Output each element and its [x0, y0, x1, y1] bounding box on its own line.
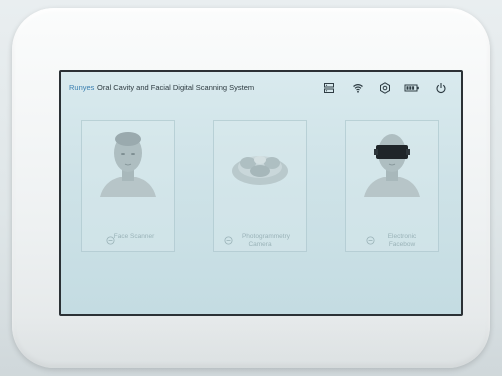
facebow-head-icon [346, 127, 438, 197]
dental-model-icon [214, 127, 306, 197]
desk-reflection [0, 315, 502, 376]
electronic-facebow-label-line2: Facebow [388, 241, 416, 248]
electronic-facebow-label-line1: Electronic [387, 233, 417, 240]
power-icon[interactable] [435, 82, 447, 94]
status-bar: Runyes Oral Cavity and Facial Digital Sc… [61, 72, 461, 106]
photogrammetry-label-line1: Photogrammetry [241, 233, 291, 240]
face-scanner-label: Face Scanner [113, 233, 155, 240]
photogrammetry-camera-card[interactable]: Photogrammetry Camera [213, 120, 307, 252]
app-title: Oral Cavity and Facial Digital Scanning … [97, 83, 255, 92]
electronic-facebow-card[interactable]: Electronic Facebow [345, 120, 439, 252]
wifi-icon[interactable] [352, 82, 364, 94]
device-photo: Runyes Oral Cavity and Facial Digital Sc… [0, 0, 502, 376]
settings-icon[interactable] [379, 82, 391, 94]
touch-screen: Runyes Oral Cavity and Facial Digital Sc… [59, 70, 463, 316]
storage-icon[interactable] [323, 82, 335, 94]
face-head-icon [82, 127, 174, 197]
brand-label: Runyes [69, 83, 95, 92]
battery-icon [404, 82, 420, 94]
photogrammetry-label-line2: Camera [248, 241, 272, 248]
face-scanner-card[interactable]: Face Scanner [81, 120, 175, 252]
